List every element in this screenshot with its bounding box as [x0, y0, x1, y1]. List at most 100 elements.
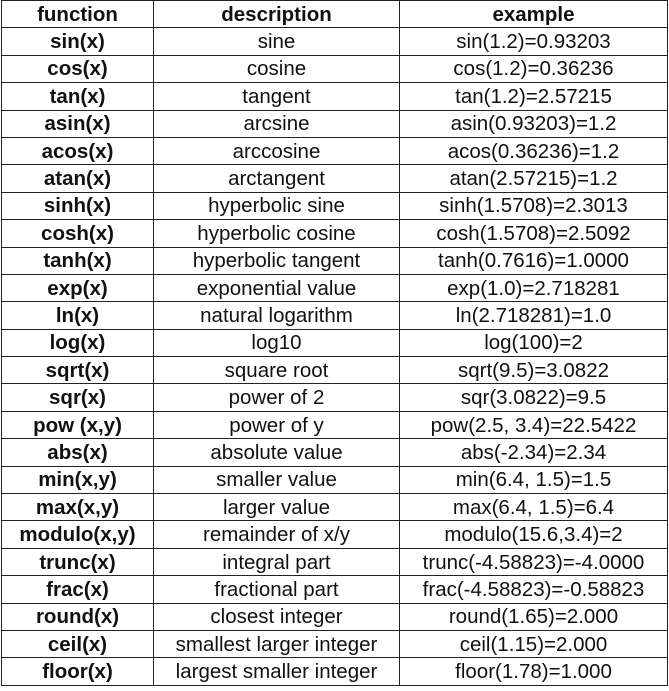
function-cell: asin(x)	[1, 109, 154, 138]
description-cell: integral part	[153, 547, 400, 577]
example-cell: tanh(0.7616)=1.0000	[399, 246, 668, 275]
table-row: round(x) closest integer round(1.65)=2.000	[1, 602, 668, 631]
example-cell: pow(2.5, 3.4)=22.5422	[399, 410, 668, 440]
function-cell: tanh(x)	[1, 246, 154, 275]
table-row: log(x) log10 log(100)=2	[1, 328, 668, 358]
function-cell: ln(x)	[1, 301, 154, 330]
function-cell: sqrt(x)	[1, 356, 154, 385]
example-cell: trunc(-4.58823)=-4.0000	[399, 547, 668, 577]
example-cell: acos(0.36236)=1.2	[399, 136, 668, 166]
description-cell: closest integer	[153, 602, 400, 631]
table-row: sqrt(x) square root sqrt(9.5)=3.0822	[1, 356, 668, 385]
table-row: acos(x) arccosine acos(0.36236)=1.2	[1, 136, 668, 166]
table-row: ceil(x) smallest larger integer ceil(1.15)…	[1, 629, 668, 659]
example-cell: abs(-2.34)=2.34	[399, 438, 668, 467]
example-cell: sqrt(9.5)=3.0822	[399, 356, 668, 385]
header-example: example	[399, 0, 668, 29]
table-row: cosh(x) hyperbolic cosine cosh(1.5708)=2.5…	[1, 219, 668, 248]
table-row: tanh(x) hyperbolic tangent tanh(0.7616)=1.…	[1, 246, 668, 275]
example-cell: sinh(1.5708)=2.3013	[399, 191, 668, 221]
description-cell: remainder of x/y	[153, 520, 400, 549]
function-cell: sin(x)	[1, 27, 154, 56]
example-cell: ln(2.718281)=1.0	[399, 301, 668, 330]
table-row: ln(x) natural logarithm ln(2.718281)=1.0	[1, 301, 668, 330]
function-cell: cos(x)	[1, 54, 154, 84]
function-cell: abs(x)	[1, 438, 154, 467]
function-cell: floor(x)	[1, 657, 154, 686]
table-row: asin(x) arcsine asin(0.93203)=1.2	[1, 109, 668, 138]
function-cell: exp(x)	[1, 273, 154, 303]
description-cell: fractional part	[153, 575, 400, 604]
description-cell: power of 2	[153, 383, 400, 412]
header-function: function	[1, 0, 154, 29]
table-row: frac(x) fractional part frac(-4.58823)=-0.…	[1, 575, 668, 604]
description-cell: larger value	[153, 493, 400, 522]
function-cell: frac(x)	[1, 575, 154, 604]
description-cell: absolute value	[153, 438, 400, 467]
table-row: floor(x) largest smaller integer floor(1.7…	[1, 657, 668, 686]
function-cell: max(x,y)	[1, 493, 154, 522]
description-cell: natural logarithm	[153, 301, 400, 330]
table-row: sinh(x) hyperbolic sine sinh(1.5708)=2.301…	[1, 191, 668, 221]
description-cell: tangent	[153, 82, 400, 111]
table-body: sin(x) sine sin(1.2)=0.93203 cos(x) cosine co…	[1, 27, 668, 686]
header-row: function description example	[1, 0, 668, 29]
function-cell: atan(x)	[1, 164, 154, 193]
description-cell: smaller value	[153, 465, 400, 495]
table-row: modulo(x,y) remainder of x/y modulo(15.6,3…	[1, 520, 668, 549]
function-cell: round(x)	[1, 602, 154, 631]
example-cell: modulo(15.6,3.4)=2	[399, 520, 668, 549]
table-row: sin(x) sine sin(1.2)=0.93203	[1, 27, 668, 56]
function-cell: log(x)	[1, 328, 154, 358]
example-cell: round(1.65)=2.000	[399, 602, 668, 631]
example-cell: floor(1.78)=1.000	[399, 657, 668, 686]
functions-table: function description example sin(x) sine s…	[1, 0, 668, 686]
table-row: atan(x) arctangent atan(2.57215)=1.2	[1, 164, 668, 193]
description-cell: hyperbolic tangent	[153, 246, 400, 275]
description-cell: sine	[153, 27, 400, 56]
function-cell: min(x,y)	[1, 465, 154, 495]
function-cell: sqr(x)	[1, 383, 154, 412]
table-row: exp(x) exponential value exp(1.0)=2.718281	[1, 273, 668, 303]
header-description: description	[153, 0, 400, 29]
example-cell: exp(1.0)=2.718281	[399, 273, 668, 303]
description-cell: power of y	[153, 410, 400, 440]
function-cell: sinh(x)	[1, 191, 154, 221]
description-cell: cosine	[153, 54, 400, 84]
description-cell: exponential value	[153, 273, 400, 303]
function-cell: acos(x)	[1, 136, 154, 166]
description-cell: arccosine	[153, 136, 400, 166]
table-row: sqr(x) power of 2 sqr(3.0822)=9.5	[1, 383, 668, 412]
example-cell: cosh(1.5708)=2.5092	[399, 219, 668, 248]
example-cell: frac(-4.58823)=-0.58823	[399, 575, 668, 604]
description-cell: smallest larger integer	[153, 629, 400, 659]
function-cell: tan(x)	[1, 82, 154, 111]
table-row: tan(x) tangent tan(1.2)=2.57215	[1, 82, 668, 111]
table-row: min(x,y) smaller value min(6.4, 1.5)=1.5	[1, 465, 668, 495]
table-row: trunc(x) integral part trunc(-4.58823)=-4.…	[1, 547, 668, 577]
function-cell: trunc(x)	[1, 547, 154, 577]
table-row: abs(x) absolute value abs(-2.34)=2.34	[1, 438, 668, 467]
example-cell: tan(1.2)=2.57215	[399, 82, 668, 111]
description-cell: largest smaller integer	[153, 657, 400, 686]
example-cell: ceil(1.15)=2.000	[399, 629, 668, 659]
table-row: max(x,y) larger value max(6.4, 1.5)=6.4	[1, 493, 668, 522]
description-cell: arcsine	[153, 109, 400, 138]
table-row: pow (x,y) power of y pow(2.5, 3.4)=22.5422	[1, 410, 668, 440]
description-cell: square root	[153, 356, 400, 385]
table-header: function description example	[1, 0, 668, 29]
function-cell: cosh(x)	[1, 219, 154, 248]
function-cell: ceil(x)	[1, 629, 154, 659]
description-cell: hyperbolic cosine	[153, 219, 400, 248]
example-cell: cos(1.2)=0.36236	[399, 54, 668, 84]
example-cell: log(100)=2	[399, 328, 668, 358]
example-cell: min(6.4, 1.5)=1.5	[399, 465, 668, 495]
example-cell: atan(2.57215)=1.2	[399, 164, 668, 193]
example-cell: sqr(3.0822)=9.5	[399, 383, 668, 412]
example-cell: max(6.4, 1.5)=6.4	[399, 493, 668, 522]
description-cell: hyperbolic sine	[153, 191, 400, 221]
description-cell: arctangent	[153, 164, 400, 193]
function-cell: modulo(x,y)	[1, 520, 154, 549]
example-cell: sin(1.2)=0.93203	[399, 27, 668, 56]
example-cell: asin(0.93203)=1.2	[399, 109, 668, 138]
